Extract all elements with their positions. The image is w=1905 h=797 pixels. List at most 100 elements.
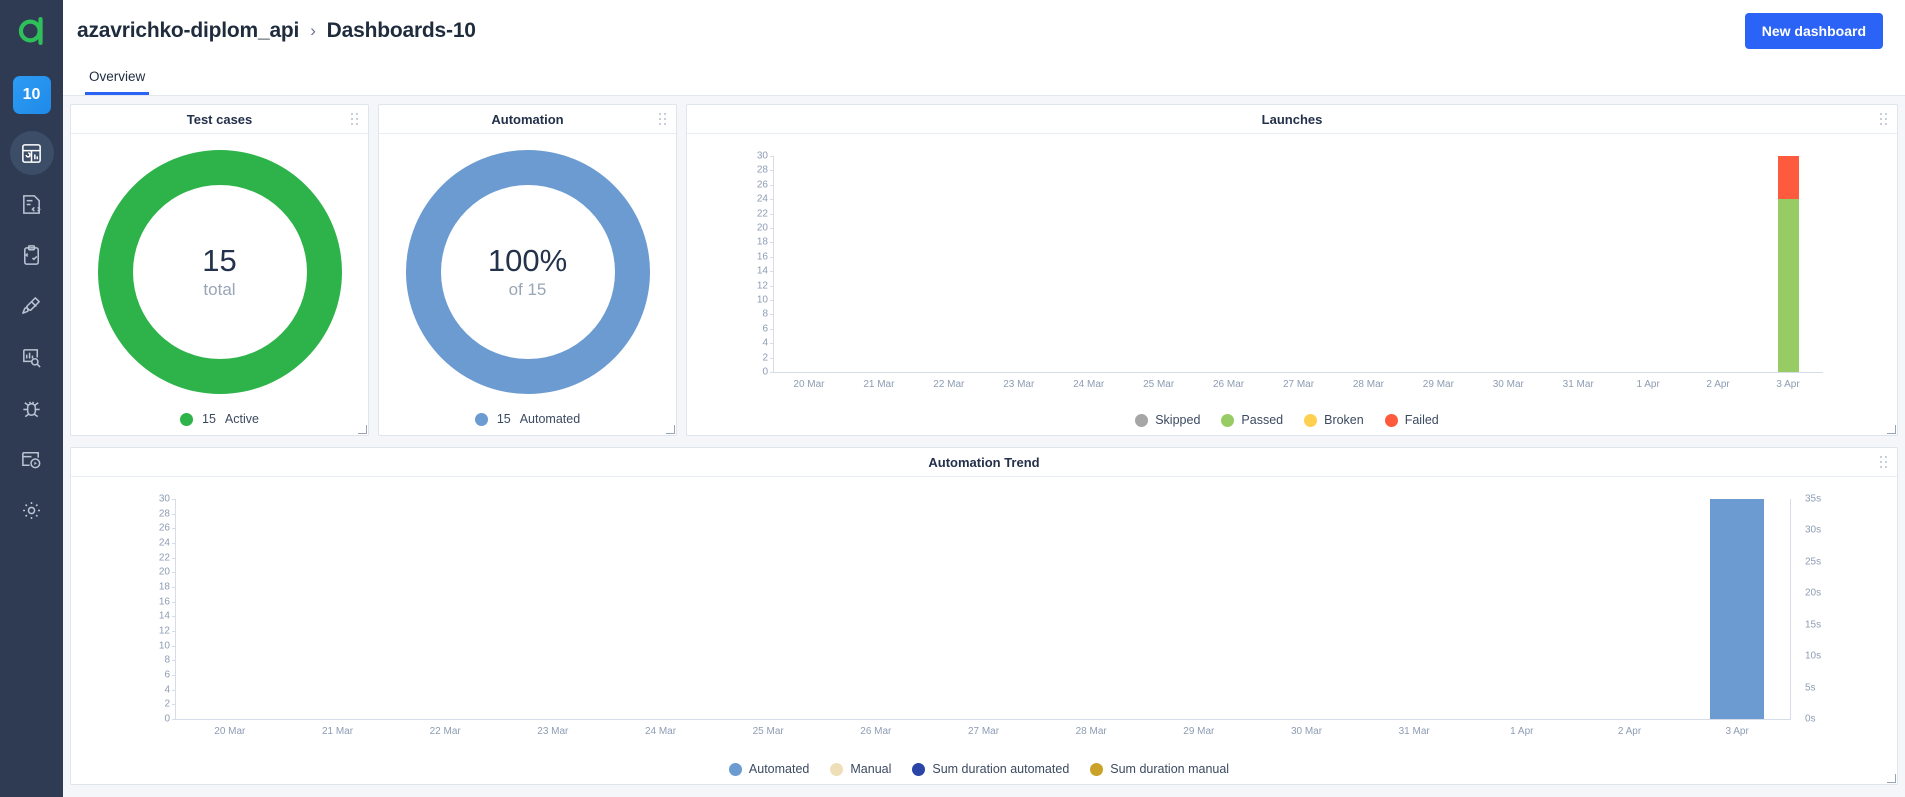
legend-label[interactable]: Active xyxy=(225,412,259,426)
sidebar-item-settings[interactable] xyxy=(10,488,54,532)
breadcrumb: azavrichko-diplom_api › Dashboards-10 xyxy=(77,19,476,43)
drag-handle-icon[interactable] xyxy=(1880,113,1888,125)
x-axis-tick-label: 26 Mar xyxy=(860,726,892,737)
sidebar-item-history[interactable] xyxy=(10,437,54,481)
y-axis-tick-mark xyxy=(172,704,176,706)
legend-item[interactable]: Manual xyxy=(830,762,891,776)
panel-launches-body: 0 2 4 6 8 10 12 14 16 18 20 22 24 26 28 30 20 Mar 21 Mar 2… xyxy=(687,134,1897,435)
legend-count: 15 xyxy=(202,412,216,426)
panel-resize-handle[interactable] xyxy=(357,424,367,434)
legend-item[interactable]: Failed xyxy=(1384,413,1439,427)
test-cases-donut-chart[interactable]: 15 total xyxy=(97,150,342,394)
y-axis-tick-mark xyxy=(172,645,176,647)
rocket-icon xyxy=(20,295,43,318)
y-axis-tick-mark xyxy=(770,213,774,215)
drag-handle-icon[interactable] xyxy=(1880,456,1888,468)
panel-resize-handle[interactable] xyxy=(665,424,675,434)
panel-automation[interactable]: Automation 100% of 15 15 Automated xyxy=(378,104,677,436)
donut-value: 15 xyxy=(202,242,237,278)
donut-center-label: 15 total xyxy=(202,242,237,299)
automation-donut-chart[interactable]: 100% of 15 xyxy=(405,150,650,394)
legend-label: Skipped xyxy=(1155,413,1201,427)
test-cases-legend: 15 Active xyxy=(180,412,259,426)
main-content: azavrichko-diplom_api › Dashboards-10 Ne… xyxy=(63,0,1905,797)
x-axis-tick-label: 27 Mar xyxy=(967,726,1000,737)
sidebar-item-test-cases[interactable] xyxy=(10,182,54,226)
chevron-right-icon: › xyxy=(310,21,316,40)
dashboard-row-2: Automation Trend 0 2 4 6 8 10 12 14 16 18 20 22 24 26… xyxy=(70,447,1898,785)
y-axis-tick-mark xyxy=(770,227,774,229)
x-axis-tick-label: 23 Mar xyxy=(537,726,569,737)
automation-trend-chart[interactable]: 0 2 4 6 8 10 12 14 16 18 20 22 24 26 28 30 0s 5s 10s 15s 20s… xyxy=(71,477,1897,784)
y-axis-tick-mark xyxy=(770,299,774,301)
legend-item[interactable]: Passed xyxy=(1221,413,1283,427)
legend-label: Sum duration automated xyxy=(932,762,1070,776)
legend-label: Sum duration manual xyxy=(1110,762,1230,776)
report-search-icon xyxy=(20,346,43,369)
chart-bar-segment[interactable] xyxy=(1710,499,1765,719)
sidebar-item-dashboards[interactable] xyxy=(9,131,54,175)
y2-axis-tick-label: 30s xyxy=(1805,524,1822,536)
legend-item[interactable]: Automated xyxy=(728,762,810,776)
launches-legend: Skipped Passed Broken Failed xyxy=(687,413,1897,427)
legend-label: Manual xyxy=(850,762,892,776)
panel-test-cases[interactable]: Test cases 15 total 15 Active xyxy=(70,104,369,436)
x-axis-tick-label: 24 Mar xyxy=(1073,379,1105,390)
panel-automation-header: Automation xyxy=(379,105,676,134)
x-axis-tick-label: 21 Mar xyxy=(863,379,895,390)
sidebar-item-defects[interactable] xyxy=(10,386,54,430)
donut-value: 100% xyxy=(487,242,568,278)
x-axis-tick-label: 25 Mar xyxy=(1143,379,1175,390)
chart-bar[interactable] xyxy=(1710,499,1765,719)
legend-label: Automated xyxy=(748,762,810,776)
panel-launches-header: Launches xyxy=(687,105,1897,134)
x-axis-tick-label: 1 Apr xyxy=(1636,379,1660,390)
panel-resize-handle[interactable] xyxy=(1886,773,1896,783)
x-axis-tick-label: 31 Mar xyxy=(1398,726,1430,737)
panel-launches[interactable]: Launches 0 2 4 6 8 10 12 14 16 18 20 22 24 26 28 30 20 M… xyxy=(686,104,1898,436)
y-axis-tick-mark xyxy=(172,513,176,515)
legend-label: Broken xyxy=(1324,413,1364,427)
app-logo[interactable] xyxy=(0,0,63,62)
project-badge[interactable]: 10 xyxy=(12,76,51,114)
sidebar-item-launches[interactable] xyxy=(10,284,54,328)
y-axis-tick-mark xyxy=(770,328,774,330)
legend-item[interactable]: Broken xyxy=(1304,413,1364,427)
panel-title: Automation Trend xyxy=(928,454,1040,470)
legend-color-dot xyxy=(830,762,844,776)
y-axis-tick-mark xyxy=(770,271,774,273)
x-axis-tick-label: 3 Apr xyxy=(1776,379,1800,390)
legend-label: Failed xyxy=(1404,413,1439,427)
drag-handle-icon[interactable] xyxy=(659,113,667,125)
breadcrumb-project[interactable]: azavrichko-diplom_api xyxy=(77,19,299,43)
panel-title: Automation xyxy=(491,111,564,127)
legend-label[interactable]: Automated xyxy=(520,412,580,426)
y-axis-tick-mark xyxy=(770,242,774,244)
tab-overview[interactable]: Overview xyxy=(85,69,150,95)
y-axis-tick-mark xyxy=(770,372,774,373)
panel-automation-trend[interactable]: Automation Trend 0 2 4 6 8 10 12 14 16 18 20 22 24 26… xyxy=(70,447,1898,785)
test-cases-icon xyxy=(20,193,43,216)
chart-bar-segment[interactable] xyxy=(1777,199,1799,372)
launches-chart[interactable]: 0 2 4 6 8 10 12 14 16 18 20 22 24 26 28 30 20 Mar 21 Mar 2… xyxy=(687,134,1897,435)
new-dashboard-button[interactable]: New dashboard xyxy=(1744,13,1883,49)
history-icon xyxy=(20,448,43,471)
sidebar-item-test-plans[interactable] xyxy=(10,233,54,277)
panel-automation-trend-body: 0 2 4 6 8 10 12 14 16 18 20 22 24 26 28 30 0s 5s 10s 15s 20s… xyxy=(71,477,1897,784)
panel-resize-handle[interactable] xyxy=(1886,424,1896,434)
x-axis-tick-label: 20 Mar xyxy=(793,379,825,390)
legend-item[interactable]: Sum duration manual xyxy=(1090,762,1229,776)
chart-bar[interactable] xyxy=(1777,156,1799,372)
x-axis-tick-label: 23 Mar xyxy=(1003,379,1035,390)
x-axis-tick-label: 25 Mar xyxy=(752,726,784,737)
y-axis-tick-mark xyxy=(770,184,774,186)
x-axis-tick-label: 29 Mar xyxy=(1422,379,1454,390)
drag-handle-icon[interactable] xyxy=(351,113,359,125)
x-axis-tick-label: 30 Mar xyxy=(1290,726,1323,737)
y-axis-tick-mark xyxy=(172,675,176,676)
legend-color-dot xyxy=(1135,413,1149,427)
legend-item[interactable]: Sum duration automated xyxy=(912,762,1069,776)
legend-item[interactable]: Skipped xyxy=(1135,413,1200,427)
chart-bar-segment[interactable] xyxy=(1777,156,1799,200)
sidebar-item-reports[interactable] xyxy=(10,335,54,379)
